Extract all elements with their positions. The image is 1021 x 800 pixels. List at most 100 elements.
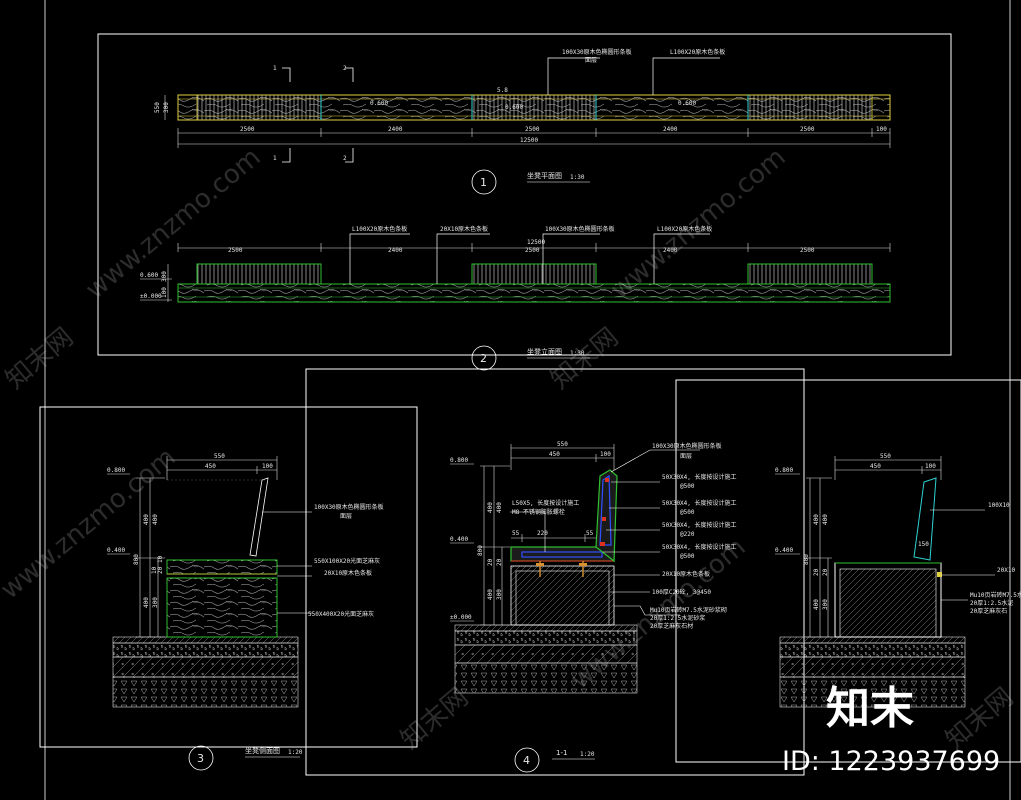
d3-leader-3: 20X10原木色条板 (324, 569, 372, 577)
d4-level-top: 0.800 (450, 457, 468, 464)
watermark-cn-1: 知末网 (0, 322, 79, 395)
d5-leader-3: Mu10页岩砖M7.5水 (970, 591, 1021, 599)
plan-dim-3: 2500 (525, 126, 540, 133)
d3-dim-left-3: 800 (133, 554, 140, 565)
d3-number: 3 (197, 752, 204, 765)
detail-3-side-view: 550 450 100 400 400 800 10 20 10 400 300… (107, 453, 384, 771)
d3-dim-left-2: 400 (152, 514, 159, 525)
elev-dim-vert-1: 300 (161, 271, 168, 282)
plan-marker-1-top: 1 (273, 65, 277, 72)
d3-level-mid: 0.400 (107, 547, 125, 554)
d4-dim-left-6: 400 (487, 589, 494, 600)
d5-dim-top-2: 450 (870, 463, 881, 470)
d3-dim-left-6: 10 (157, 555, 164, 563)
d4-dim-left-4: 20 (487, 558, 494, 566)
elev-level-top: 0.600 (140, 272, 158, 279)
d4-dim-left-7: 300 (496, 589, 503, 600)
plan-leader-1-sub: 面层 (585, 57, 597, 64)
d4-dim-seat-2: 220 (537, 530, 548, 537)
elev-title: 坐凳立面图 (527, 347, 562, 356)
d5-dim-left-6: 400 (813, 599, 820, 610)
d4-leader-r3: 50X30X4, 长度按设计施工 (662, 499, 737, 507)
plan-marker-1-bottom: 1 (273, 155, 277, 162)
plan-dim-vert-1: 550 (154, 102, 161, 113)
plan-dim-6: 100 (876, 126, 887, 133)
plan-dim-vert-2: 300 (163, 102, 170, 113)
d5-dim-left-7: 300 (822, 599, 829, 610)
watermark-cn-3: 知末网 (395, 682, 474, 755)
elev-dim-2: 2400 (388, 247, 403, 254)
d4-scale: 1:20 (580, 751, 595, 758)
detail-4-section: 550 450 100 55 220 55 400 400 800 20 20 … (450, 441, 737, 773)
plan-level-2: 0.600 (505, 104, 523, 111)
plan-marker-2-bottom: 2 (343, 155, 347, 162)
d4-level-ground: ±0.000 (450, 614, 472, 621)
watermark-cn-2: 知末网 (545, 322, 624, 395)
d4-leader-r4-sub: @220 (680, 531, 695, 538)
plan-leader-2: L100X20原木色条板 (670, 48, 725, 56)
elev-number: 2 (480, 352, 487, 365)
elev-dim-1: 2500 (228, 247, 243, 254)
d4-leader-r3-sub: @500 (680, 509, 695, 516)
d4-title: 1-1 (556, 749, 567, 757)
d4-number: 4 (523, 754, 530, 767)
watermark-brand: 知末 (826, 683, 914, 734)
d5-dim-left-1: 400 (813, 514, 820, 525)
d4-dim-left-1: 400 (487, 502, 494, 513)
watermark-id: ID: 1223937699 (782, 746, 1000, 777)
d4-dim-top-2: 450 (549, 451, 560, 458)
d4-leader-r2: 50X30X4, 长度按设计施工 (662, 473, 737, 481)
d4-leader-left-sub: M8 不锈钢膨胀螺栓 (512, 508, 565, 516)
d5-level-mid: 0.400 (775, 547, 793, 554)
d5-dim-left-3: 800 (803, 554, 810, 565)
d5-dim-inner: 150 (918, 541, 929, 548)
plan-dim-1: 2500 (240, 126, 255, 133)
d4-leader-r2-sub: @500 (680, 483, 695, 490)
plan-marker-2-top: 2 (343, 65, 347, 72)
d3-dim-top-3: 100 (262, 463, 273, 470)
plan-number: 1 (480, 176, 487, 189)
plan-dim-4: 2400 (663, 126, 678, 133)
plan-level-1: 0.600 (370, 100, 388, 107)
d5-dim-top-3: 100 (925, 463, 936, 470)
plan-title: 坐凳平面图 (527, 171, 562, 180)
d4-dim-left-3: 800 (477, 545, 484, 556)
elev-dim-5: 2500 (800, 247, 815, 254)
elev-dim-3: 2500 (525, 247, 540, 254)
d3-dim-top-2: 450 (205, 463, 216, 470)
elev-level-ground: ±0.000 (140, 293, 162, 300)
d4-dim-top-1: 550 (557, 441, 568, 448)
cad-drawing: 1 2 1 2 100X30原木色椭圆形条板 面层 L100X20原木色条板 5… (0, 0, 1021, 800)
d3-dim-left-5: 20 (157, 566, 164, 574)
d3-leader-1-sub: 面层 (340, 513, 352, 520)
elevation-view: 2500 2400 2500 2400 2500 12500 L100X20原木… (140, 225, 891, 371)
d5-dim-left-2: 400 (822, 514, 829, 525)
plan-scale: 1:30 (570, 174, 585, 181)
elev-dim-vert-2: 100 (161, 287, 168, 298)
elev-leader-3: 100X30原木色椭圆形条板 (545, 225, 615, 233)
d3-title: 坐凳侧面图 (245, 746, 280, 755)
plan-dim-2: 2400 (388, 126, 403, 133)
d5-dim-left-4: 20 (813, 568, 820, 576)
d5-dim-left-5: 20 (822, 568, 829, 576)
d4-leader-r1-sub: 面层 (680, 453, 692, 460)
plan-top-mid: 5.8 (497, 87, 508, 94)
d4-leader-r5-sub: @500 (680, 553, 695, 560)
plan-level-3: 0.600 (678, 100, 696, 107)
d4-dim-left-2: 400 (496, 502, 503, 513)
d3-leader-4: 550X400X20光面芝麻灰 (308, 610, 374, 618)
d4-leader-left: L50X5, 长度按设计施工 (512, 499, 579, 507)
plan-dim-5: 2500 (800, 126, 815, 133)
d5-dim-top-1: 550 (880, 453, 891, 460)
plan-total: 12500 (520, 137, 538, 144)
d4-dim-top-3: 100 (600, 451, 611, 458)
d4-dim-left-5: 20 (496, 558, 503, 566)
d3-scale: 1:20 (288, 749, 303, 756)
d4-dim-seat-1: 55 (512, 530, 520, 537)
d3-leader-2: 550X100X20光面芝麻灰 (314, 557, 380, 565)
elev-leader-1: L100X20原木色条板 (352, 225, 407, 233)
d4-level-mid: 0.400 (450, 536, 468, 543)
d3-dim-left-1: 400 (143, 514, 150, 525)
d5-level-top: 0.800 (775, 467, 793, 474)
plan-leader-1: 100X30原木色椭圆形条板 (562, 48, 632, 56)
